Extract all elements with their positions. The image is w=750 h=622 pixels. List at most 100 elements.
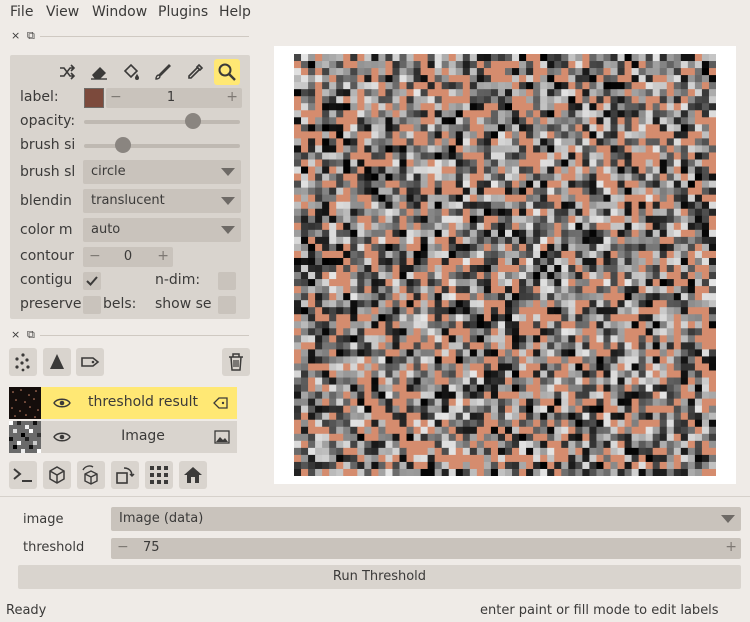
menu-file[interactable]: File bbox=[10, 4, 33, 20]
transpose-icon bbox=[116, 467, 135, 484]
magnifier-icon bbox=[218, 63, 236, 81]
shapes-icon bbox=[50, 354, 64, 369]
chevron-down-icon bbox=[721, 515, 735, 523]
menu-bar: File View Window Plugins Help bbox=[0, 0, 750, 24]
chevron-down-icon bbox=[221, 226, 235, 234]
image-thumbnail bbox=[9, 421, 41, 453]
label-decrement[interactable]: − bbox=[110, 89, 122, 105]
color-mode-combo[interactable]: auto bbox=[83, 218, 241, 242]
viewer-canvas[interactable] bbox=[274, 46, 736, 484]
preserve-labels-label: preserve bbox=[20, 296, 82, 312]
delete-layer-button[interactable] bbox=[222, 348, 250, 376]
cube-3d-icon bbox=[49, 466, 65, 484]
shuffle-colors-button[interactable] bbox=[54, 59, 80, 85]
image-icon bbox=[214, 430, 230, 444]
eraser-icon bbox=[91, 67, 107, 80]
grid-view-button[interactable] bbox=[145, 461, 173, 489]
pick-button[interactable] bbox=[182, 59, 208, 85]
new-points-layer-button[interactable] bbox=[9, 348, 37, 376]
label-spinbox[interactable]: − 1 + bbox=[106, 88, 242, 108]
transpose-button[interactable] bbox=[111, 461, 139, 489]
threshold-value: 75 bbox=[143, 540, 160, 555]
home-icon bbox=[184, 467, 202, 483]
blending-value: translucent bbox=[91, 193, 165, 208]
brush-shape-label: brush sl bbox=[20, 164, 76, 180]
dock-divider bbox=[40, 335, 249, 336]
tag-icon bbox=[81, 357, 100, 367]
points-icon bbox=[15, 353, 30, 372]
shuffle-icon bbox=[60, 64, 76, 80]
menu-view[interactable]: View bbox=[46, 4, 79, 20]
show-selected-label: show se bbox=[155, 296, 212, 312]
threshold-decrement[interactable]: − bbox=[117, 539, 129, 555]
run-threshold-button[interactable]: Run Threshold bbox=[18, 565, 741, 589]
preserve-labels-suffix: bels: bbox=[103, 296, 137, 312]
new-labels-layer-button[interactable] bbox=[76, 348, 104, 376]
brush-size-slider[interactable] bbox=[84, 144, 240, 148]
opacity-slider[interactable] bbox=[84, 120, 240, 124]
labels-thumbnail-icon bbox=[11, 389, 39, 418]
threshold-spinbox[interactable]: − 75 + bbox=[111, 538, 741, 559]
chevron-down-icon bbox=[221, 197, 235, 205]
image-param-value: Image (data) bbox=[119, 511, 204, 526]
contiguous-checkbox[interactable] bbox=[83, 272, 101, 290]
contour-value: 0 bbox=[123, 249, 133, 264]
eye-icon[interactable] bbox=[53, 431, 71, 443]
threshold-increment[interactable]: + bbox=[725, 539, 737, 555]
console-button[interactable] bbox=[9, 461, 37, 489]
label-color-swatch[interactable] bbox=[84, 88, 104, 108]
dock-divider bbox=[40, 36, 249, 37]
layer-item-image[interactable]: Image bbox=[9, 421, 237, 453]
paint-button[interactable] bbox=[150, 59, 176, 85]
home-button[interactable] bbox=[179, 461, 207, 489]
contour-spinbox[interactable]: − 0 + bbox=[83, 247, 173, 267]
contour-decrement[interactable]: − bbox=[89, 248, 101, 264]
paintbrush-icon bbox=[155, 64, 171, 80]
color-mode-value: auto bbox=[91, 222, 121, 237]
dock-float-icon[interactable]: ⧉ bbox=[27, 29, 35, 43]
new-shapes-layer-button[interactable] bbox=[43, 348, 71, 376]
chevron-down-icon bbox=[221, 168, 235, 176]
show-selected-checkbox[interactable] bbox=[218, 296, 236, 314]
label-value: 1 bbox=[166, 90, 176, 105]
dock-close-icon[interactable]: × bbox=[11, 328, 20, 341]
contour-increment[interactable]: + bbox=[157, 248, 169, 264]
erase-button[interactable] bbox=[86, 59, 112, 85]
menu-window[interactable]: Window bbox=[92, 4, 147, 20]
layer-item-threshold-result[interactable]: threshold result bbox=[9, 387, 237, 419]
blending-label: blendin bbox=[20, 193, 72, 209]
layer-name: Image bbox=[121, 428, 165, 444]
dock-close-icon[interactable]: × bbox=[11, 29, 20, 42]
preserve-labels-checkbox[interactable] bbox=[83, 296, 101, 314]
terminal-icon bbox=[13, 468, 32, 482]
menu-plugins[interactable]: Plugins bbox=[158, 4, 208, 20]
image-param-combo[interactable]: Image (data) bbox=[111, 507, 741, 531]
eye-icon[interactable] bbox=[53, 397, 71, 409]
roll-dimensions-button[interactable] bbox=[77, 461, 105, 489]
trash-icon bbox=[229, 353, 243, 371]
contour-label: contour bbox=[20, 248, 74, 264]
label-image-canvas bbox=[294, 54, 716, 476]
eyedropper-icon bbox=[188, 63, 204, 79]
status-bar: Ready enter paint or fill mode to edit l… bbox=[0, 600, 750, 622]
paint-bucket-icon bbox=[123, 63, 139, 80]
ndim-label: n-dim: bbox=[155, 272, 201, 288]
brush-shape-combo[interactable]: circle bbox=[83, 160, 241, 184]
dock-float-icon[interactable]: ⧉ bbox=[27, 328, 35, 342]
brush-size-slider-handle[interactable] bbox=[115, 137, 131, 153]
opacity-slider-handle[interactable] bbox=[185, 113, 202, 129]
status-right: enter paint or fill mode to edit labels bbox=[480, 603, 719, 618]
blending-combo[interactable]: translucent bbox=[83, 189, 241, 213]
pan-zoom-button[interactable] bbox=[214, 59, 240, 85]
fill-button[interactable] bbox=[118, 59, 144, 85]
menu-help[interactable]: Help bbox=[219, 4, 251, 20]
ndim-checkbox[interactable] bbox=[218, 272, 236, 290]
checkmark-icon bbox=[86, 276, 98, 286]
layer-name: threshold result bbox=[88, 394, 198, 410]
brush-shape-value: circle bbox=[91, 164, 126, 179]
layer-thumbnail bbox=[9, 387, 41, 419]
label-increment[interactable]: + bbox=[226, 89, 238, 105]
run-threshold-label: Run Threshold bbox=[332, 569, 427, 584]
ndisplay-button[interactable] bbox=[43, 461, 71, 489]
brush-size-label: brush si bbox=[20, 137, 76, 153]
